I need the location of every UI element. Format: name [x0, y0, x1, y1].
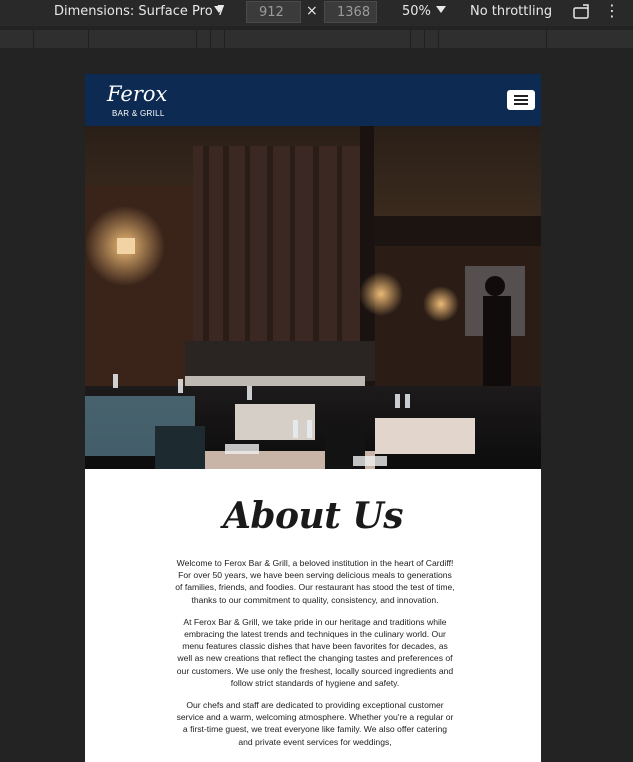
- chevron-down-icon[interactable]: [436, 6, 446, 13]
- width-input[interactable]: 912: [246, 1, 301, 23]
- device-toolbar: Dimensions: Surface Pro 7 912 × 1368 50%…: [0, 0, 633, 26]
- media-query-segment[interactable]: [210, 30, 224, 48]
- about-paragraph: Welcome to Ferox Bar & Grill, a beloved …: [175, 558, 455, 605]
- height-input[interactable]: 1368: [324, 1, 377, 23]
- about-section: About Us Welcome to Ferox Bar & Grill, a…: [85, 469, 541, 748]
- about-paragraph: At Ferox Bar & Grill, we take pride in o…: [176, 616, 454, 688]
- media-query-segment[interactable]: [33, 30, 88, 48]
- brand-logo[interactable]: Ferox: [107, 82, 167, 106]
- hamburger-line: [514, 99, 528, 101]
- media-query-segment[interactable]: [196, 30, 210, 48]
- about-paragraph: Our chefs and staff are dedicated to pro…: [176, 700, 454, 747]
- rotate-icon[interactable]: [572, 3, 592, 21]
- media-query-segment[interactable]: [410, 30, 424, 48]
- throttling-select[interactable]: No throttling: [470, 4, 552, 19]
- dimension-separator: ×: [306, 3, 318, 19]
- media-query-segment[interactable]: [88, 30, 196, 48]
- about-title: About Us: [222, 495, 404, 537]
- media-query-bar[interactable]: [0, 30, 633, 48]
- media-query-segment[interactable]: [224, 30, 410, 48]
- media-query-segment[interactable]: [438, 30, 546, 48]
- hamburger-line: [514, 95, 528, 97]
- restaurant-interior-image: [85, 126, 541, 469]
- page-viewport: Ferox BAR & GRILL About Us Welcome to Fe…: [85, 74, 541, 762]
- device-dimensions-select[interactable]: Dimensions: Surface Pro 7: [54, 4, 225, 19]
- menu-toggle-button[interactable]: [507, 90, 535, 110]
- media-query-segment[interactable]: [546, 30, 601, 48]
- more-options-icon[interactable]: ⋮: [604, 1, 621, 20]
- chevron-down-icon[interactable]: [214, 6, 224, 13]
- zoom-select[interactable]: 50%: [402, 4, 431, 19]
- media-query-segment[interactable]: [424, 30, 438, 48]
- brand-subtitle: BAR & GRILL: [112, 109, 165, 118]
- site-navbar: Ferox BAR & GRILL: [85, 74, 541, 126]
- hamburger-line: [514, 103, 528, 105]
- hero-image: [85, 126, 541, 469]
